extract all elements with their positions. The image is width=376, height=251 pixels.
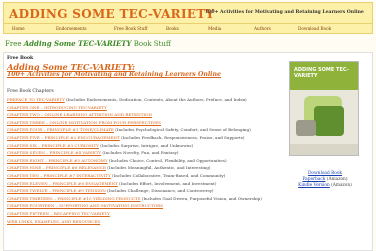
chapter-description: (Includes Effort, Involvement, and Inves… bbox=[117, 180, 217, 186]
chapter-link[interactable]: CHAPTER NINE – PRINCIPLE #6 RELEVANCE bbox=[7, 165, 106, 170]
chapter-link[interactable]: CHAPTER SIX – PRINCIPLE #3 CURIOSITY bbox=[7, 143, 99, 148]
cover-shape bbox=[314, 106, 344, 136]
chapter-link[interactable]: PREFACE TO TEC-VARIETY bbox=[7, 97, 65, 102]
site-header: ADDING SOME TEC-VARIETY 100+ Activities … bbox=[3, 2, 373, 24]
list-item: CHAPTER FIFTEEN – RECAPPING TEC-VARIETY bbox=[7, 210, 277, 218]
chapter-description: (Includes Collaborative, Team-Based, and… bbox=[110, 172, 226, 178]
main-content: Free Book Adding Some TEC-VARIETY: 100+ … bbox=[3, 52, 373, 251]
chapter-description: (Includes Psychological Safety, Comfort,… bbox=[113, 127, 251, 133]
chapter-link[interactable]: CHAPTER TWO – ONLINE LEARNING ATTRITION … bbox=[7, 112, 152, 117]
paperback-note: (Amazon) bbox=[325, 177, 348, 182]
chapter-description: (Includes Endorsements, Dedication, Cont… bbox=[64, 97, 247, 102]
list-item: CHAPTER TEN – PRINCIPLE #7 INTERACTIVITY… bbox=[7, 172, 277, 180]
list-item: CHAPTER SEVEN – PRINCIPLE #4 VARIETY (In… bbox=[7, 149, 277, 157]
chapter-link[interactable]: CHAPTER FOUR – PRINCIPLE #1 TONE/CLIMATE bbox=[7, 127, 114, 132]
chapter-link[interactable]: WEB LINKS, EXAMPLES, AND RESOURCES bbox=[7, 219, 100, 224]
page-title-italic: Adding Some TEC-VARIETY bbox=[23, 39, 132, 48]
top-nav: Home Endorsements Free Book Stuff Books … bbox=[3, 24, 373, 34]
book-purchase-links: Download Book Paperback (Amazon) Kindle … bbox=[282, 171, 368, 189]
page-title: Free Adding Some TEC-VARIETY Book Stuff bbox=[5, 39, 171, 48]
chapter-link[interactable]: CHAPTER FIVE – PRINCIPLE #2 ENCOURAGEMEN… bbox=[7, 135, 120, 140]
site-title[interactable]: ADDING SOME TEC-VARIETY bbox=[9, 7, 214, 21]
nav-media[interactable]: Media bbox=[208, 26, 221, 31]
chapter-link[interactable]: CHAPTER EIGHT – PRINCIPLE #5 AUTONOMY bbox=[7, 158, 108, 163]
list-item: CHAPTER ELEVEN – PRINCIPLE #8 ENGAGEMENT… bbox=[7, 180, 277, 188]
list-item: CHAPTER THIRTEEN – PRINCIPLE #10 YIELDIN… bbox=[7, 195, 277, 203]
site-tagline: 100+ Activities for Motivating and Retai… bbox=[205, 10, 364, 15]
list-item: CHAPTER TWELVE – PRINCIPLE #9 TENSION (I… bbox=[7, 187, 277, 195]
chapter-link[interactable]: CHAPTER TWELVE – PRINCIPLE #9 TENSION bbox=[7, 188, 106, 193]
list-item: CHAPTER ONE – INTRODUCING TEC-VARIETY bbox=[7, 104, 277, 112]
chapter-list: PREFACE TO TEC-VARIETY (Includes Endorse… bbox=[7, 96, 277, 225]
nav-home[interactable]: Home bbox=[12, 26, 25, 31]
chapter-link[interactable]: CHAPTER ONE – INTRODUCING TEC-VARIETY bbox=[7, 105, 107, 110]
cover-shape bbox=[296, 120, 316, 136]
list-item: CHAPTER EIGHT – PRINCIPLE #5 AUTONOMY (I… bbox=[7, 157, 277, 165]
chapter-link[interactable]: CHAPTER THREE – ONLINE MOTIVATION FROM F… bbox=[7, 120, 161, 125]
book-subtitle-link[interactable]: 100+ Activities for Motivating and Retai… bbox=[7, 71, 221, 78]
kindle-note: (Amazon) bbox=[329, 183, 352, 188]
chapter-description: (Includes Meaningful, Authentic, and Int… bbox=[105, 165, 211, 171]
chapter-description: (Includes Surprise, Intrigue, and Unknow… bbox=[98, 142, 194, 148]
list-item: CHAPTER NINE – PRINCIPLE #6 RELEVANCE (I… bbox=[7, 164, 277, 172]
list-item: CHAPTER FIVE – PRINCIPLE #2 ENCOURAGEMEN… bbox=[7, 134, 277, 142]
nav-endorsements[interactable]: Endorsements bbox=[56, 26, 87, 31]
chapters-heading: Free Book Chapters bbox=[7, 89, 54, 94]
cover-bottom-band bbox=[290, 144, 358, 155]
list-item: PREFACE TO TEC-VARIETY (Includes Endorse… bbox=[7, 96, 277, 104]
list-item: WEB LINKS, EXAMPLES, AND RESOURCES bbox=[7, 218, 277, 226]
nav-free-book-stuff[interactable]: Free Book Stuff bbox=[114, 26, 147, 31]
list-item: CHAPTER SIX – PRINCIPLE #3 CURIOSITY (In… bbox=[7, 142, 277, 150]
list-item: CHAPTER TWO – ONLINE LEARNING ATTRITION … bbox=[7, 111, 277, 119]
download-book-link[interactable]: Download Book bbox=[308, 171, 342, 176]
nav-download-book[interactable]: Download Book bbox=[298, 26, 331, 31]
page: ADDING SOME TEC-VARIETY 100+ Activities … bbox=[0, 0, 376, 251]
list-item: CHAPTER THREE – ONLINE MOTIVATION FROM F… bbox=[7, 119, 277, 127]
chapter-description: (Includes Goal Driven, Purposeful Vision… bbox=[140, 195, 262, 201]
chapter-link[interactable]: CHAPTER SEVEN – PRINCIPLE #4 VARIETY bbox=[7, 150, 101, 155]
chapter-description: (Includes Feedback, Responsiveness, Prai… bbox=[119, 134, 245, 140]
book-cover-image[interactable]: ADDING SOME TEC-VARIETY bbox=[289, 61, 359, 156]
list-item: CHAPTER FOURTEEN – SUPPORTING AND MOTIVA… bbox=[7, 202, 277, 210]
cover-title: ADDING SOME TEC-VARIETY bbox=[294, 67, 349, 79]
page-title-suffix: Book Stuff bbox=[131, 40, 171, 48]
chapter-description: (Includes Choice, Control, Flexibility, … bbox=[107, 157, 227, 163]
chapter-description: (Includes Challenge, Dissonance, and Con… bbox=[105, 188, 214, 194]
kindle-row: Kindle Version (Amazon) bbox=[282, 183, 368, 189]
paperback-link[interactable]: Paperback bbox=[302, 177, 325, 182]
chapter-link[interactable]: CHAPTER ELEVEN – PRINCIPLE #8 ENGAGEMENT bbox=[7, 181, 118, 186]
chapter-link[interactable]: CHAPTER TEN – PRINCIPLE #7 INTERACTIVITY bbox=[7, 173, 111, 178]
chapter-description: (Includes Novelty, Fun, and Fantasy) bbox=[101, 150, 179, 156]
nav-books[interactable]: Books bbox=[166, 26, 179, 31]
page-title-prefix: Free bbox=[5, 40, 24, 48]
chapter-link[interactable]: CHAPTER THIRTEEN – PRINCIPLE #10 YIELDIN… bbox=[7, 196, 141, 201]
list-item: CHAPTER FOUR – PRINCIPLE #1 TONE/CLIMATE… bbox=[7, 126, 277, 134]
chapter-link[interactable]: CHAPTER FOURTEEN – SUPPORTING AND MOTIVA… bbox=[7, 203, 163, 208]
nav-authors[interactable]: Authors bbox=[254, 26, 271, 31]
chapter-link[interactable]: CHAPTER FIFTEEN – RECAPPING TEC-VARIETY bbox=[7, 211, 110, 216]
kindle-link[interactable]: Kindle Version bbox=[298, 183, 330, 188]
free-book-label: Free Book bbox=[7, 56, 34, 61]
